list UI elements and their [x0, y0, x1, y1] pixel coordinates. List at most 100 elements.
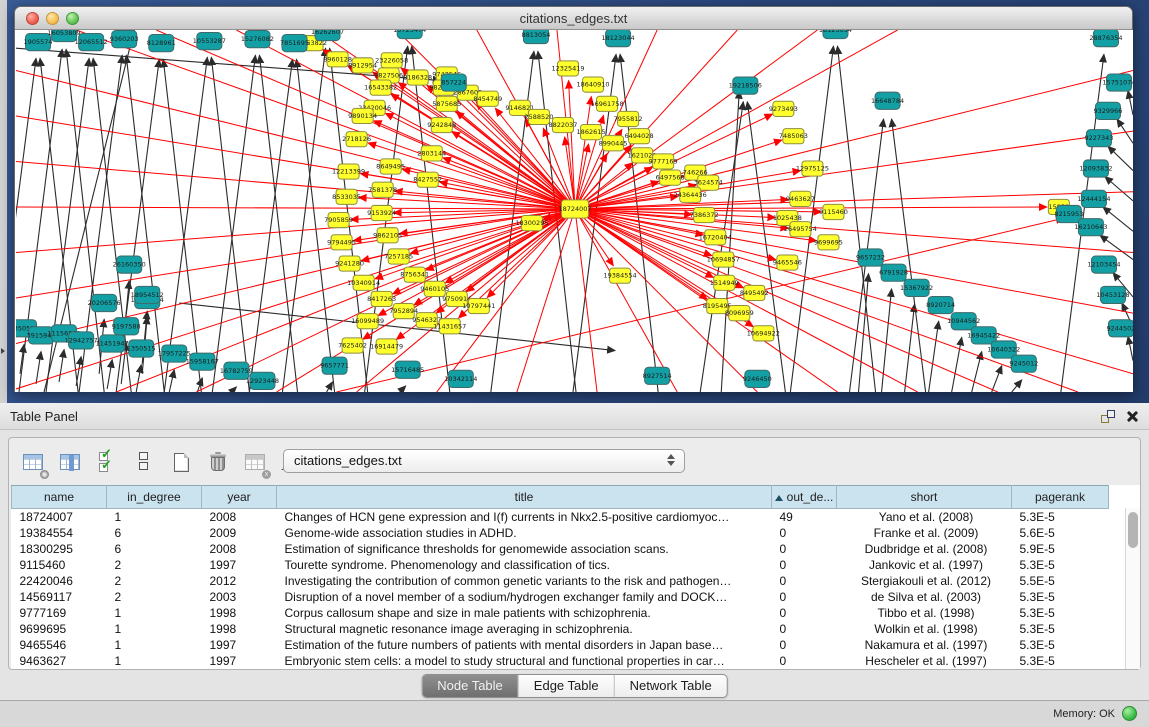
table-cell[interactable]: 5.3E-5: [1012, 589, 1109, 605]
table-row[interactable]: 969969511998Structural magnetic resonanc…: [12, 621, 1109, 637]
table-row[interactable]: 946362711997Embryonic stem cells: a mode…: [12, 653, 1109, 669]
network-window[interactable]: citations_edges.txt 18724007746382289601…: [14, 6, 1133, 392]
table-cell[interactable]: 6: [107, 525, 202, 541]
table-cell[interactable]: 14569117: [12, 589, 107, 605]
table-row[interactable]: 1830029562008Estimation of significance …: [12, 541, 1109, 557]
table-cell[interactable]: 1997: [202, 653, 277, 669]
column-header-year[interactable]: year: [202, 486, 277, 509]
table-cell[interactable]: Estimation of significance thresholds fo…: [277, 541, 772, 557]
scrollbar-thumb[interactable]: [1128, 512, 1138, 548]
table-cell[interactable]: 1: [107, 621, 202, 637]
table-cell[interactable]: Jankovic et al. (1997): [837, 557, 1012, 573]
float-panel-icon[interactable]: [1101, 410, 1115, 423]
network-canvas[interactable]: 1872400774638228960128891295423226058982…: [16, 30, 1133, 392]
node-table[interactable]: namein_degreeyeartitleout_de...shortpage…: [11, 485, 1140, 669]
table-cell[interactable]: de Silva et al. (2003): [837, 589, 1012, 605]
table-row[interactable]: 946554611997Estimation of the future num…: [12, 637, 1109, 653]
tab-edge-table[interactable]: Edge Table: [519, 675, 615, 697]
table-row[interactable]: 1456911722003Disruption of a novel membe…: [12, 589, 1109, 605]
table-cell[interactable]: 5.3E-5: [1012, 653, 1109, 669]
table-cell[interactable]: 2012: [202, 573, 277, 589]
table-options-icon[interactable]: [21, 449, 45, 475]
table-cell[interactable]: 0: [772, 589, 837, 605]
table-cell[interactable]: 9115460: [12, 557, 107, 573]
table-cell[interactable]: 1998: [202, 605, 277, 621]
table-cell[interactable]: Structural magnetic resonance image aver…: [277, 621, 772, 637]
table-vertical-scrollbar[interactable]: [1125, 508, 1140, 669]
table-cell[interactable]: 2: [107, 589, 202, 605]
table-header-row[interactable]: namein_degreeyeartitleout_de...shortpage…: [12, 486, 1109, 509]
table-cell[interactable]: 0: [772, 621, 837, 637]
column-header-title[interactable]: title: [277, 486, 772, 509]
network-table-select[interactable]: citations_edges.txt: [283, 449, 685, 473]
tab-network-table[interactable]: Network Table: [615, 675, 727, 697]
column-header-out_de[interactable]: out_de...: [772, 486, 837, 509]
table-cell[interactable]: 9463627: [12, 653, 107, 669]
table-row[interactable]: 977716911998Corpus callosum shape and si…: [12, 605, 1109, 621]
delete-table-icon[interactable]: [206, 449, 230, 475]
table-cell[interactable]: Genome-wide association studies in ADHD.: [277, 525, 772, 541]
table-cell[interactable]: 5.3E-5: [1012, 557, 1109, 573]
table-cell[interactable]: 9777169: [12, 605, 107, 621]
table-cell[interactable]: 5.3E-5: [1012, 605, 1109, 621]
table-cell[interactable]: 9465546: [12, 637, 107, 653]
table-cell[interactable]: 2008: [202, 509, 277, 525]
citation-network-graph[interactable]: 1872400774638228960128891295423226058982…: [16, 30, 1133, 392]
table-cell[interactable]: Estimation of the future numbers of pati…: [277, 637, 772, 653]
table-cell[interactable]: Disruption of a novel member of a sodium…: [277, 589, 772, 605]
table-row[interactable]: 1872400712008Changes of HCN gene express…: [12, 509, 1109, 525]
table-cell[interactable]: 0: [772, 557, 837, 573]
table-cell[interactable]: 22420046: [12, 573, 107, 589]
table-cell[interactable]: Corpus callosum shape and size in male p…: [277, 605, 772, 621]
table-cell[interactable]: 1997: [202, 557, 277, 573]
table-cell[interactable]: 2008: [202, 541, 277, 557]
table-cell[interactable]: 2: [107, 557, 202, 573]
edit-values-icon[interactable]: ✓✓: [95, 449, 119, 475]
column-header-short[interactable]: short: [837, 486, 1012, 509]
table-cell[interactable]: 0: [772, 573, 837, 589]
table-cell[interactable]: 19384554: [12, 525, 107, 541]
table-cell[interactable]: 5.5E-5: [1012, 573, 1109, 589]
table-row[interactable]: 911546021997Tourette syndrome. Phenomeno…: [12, 557, 1109, 573]
table-cell[interactable]: Dudbridge et al. (2008): [837, 541, 1012, 557]
new-file-icon[interactable]: [169, 449, 193, 475]
table-cell[interactable]: 2009: [202, 525, 277, 541]
table-cell[interactable]: 0: [772, 605, 837, 621]
table-cell[interactable]: Stergiakouli et al. (2012): [837, 573, 1012, 589]
table-cell[interactable]: 1: [107, 637, 202, 653]
table-cell[interactable]: Wolkin et al. (1998): [837, 621, 1012, 637]
table-cell[interactable]: Tourette syndrome. Phenomenology and cla…: [277, 557, 772, 573]
table-cell[interactable]: Investigating the contribution of common…: [277, 573, 772, 589]
table-cell[interactable]: Hescheler et al. (1997): [837, 653, 1012, 669]
table-cell[interactable]: 0: [772, 653, 837, 669]
table-cell[interactable]: 5.3E-5: [1012, 637, 1109, 653]
table-cell[interactable]: Franke et al. (2009): [837, 525, 1012, 541]
table-row[interactable]: 1938455462009Genome-wide association stu…: [12, 525, 1109, 541]
table-cell[interactable]: Embryonic stem cells: a model to study s…: [277, 653, 772, 669]
table-cell[interactable]: 2003: [202, 589, 277, 605]
table-cell[interactable]: 5.3E-5: [1012, 621, 1109, 637]
table-cell[interactable]: Yano et al. (2008): [837, 509, 1012, 525]
column-header-name[interactable]: name: [12, 486, 107, 509]
table-cell[interactable]: 49: [772, 509, 837, 525]
show-columns-icon[interactable]: [58, 449, 82, 475]
row-height-icon[interactable]: [132, 449, 156, 475]
table-cell[interactable]: 5.9E-5: [1012, 541, 1109, 557]
column-header-pagerank[interactable]: pagerank: [1012, 486, 1109, 509]
table-cell[interactable]: 1997: [202, 637, 277, 653]
table-cell[interactable]: 1: [107, 653, 202, 669]
table-cell[interactable]: 5.3E-5: [1012, 509, 1109, 525]
tab-node-table[interactable]: Node Table: [422, 675, 519, 697]
table-cell[interactable]: Tibbo et al. (1998): [837, 605, 1012, 621]
close-panel-icon[interactable]: [1126, 410, 1139, 423]
column-header-in_degree[interactable]: in_degree: [107, 486, 202, 509]
network-window-titlebar[interactable]: citations_edges.txt: [15, 7, 1132, 30]
table-row[interactable]: 2242004622012Investigating the contribut…: [12, 573, 1109, 589]
splitter-arrow-icon[interactable]: [1, 348, 5, 354]
table-cell[interactable]: Nakamura et al. (1997): [837, 637, 1012, 653]
table-cell[interactable]: 9699695: [12, 621, 107, 637]
table-cell[interactable]: 18724007: [12, 509, 107, 525]
table-cell[interactable]: Changes of HCN gene expression and I(f) …: [277, 509, 772, 525]
table-cell[interactable]: 1: [107, 509, 202, 525]
table-cell[interactable]: 0: [772, 541, 837, 557]
